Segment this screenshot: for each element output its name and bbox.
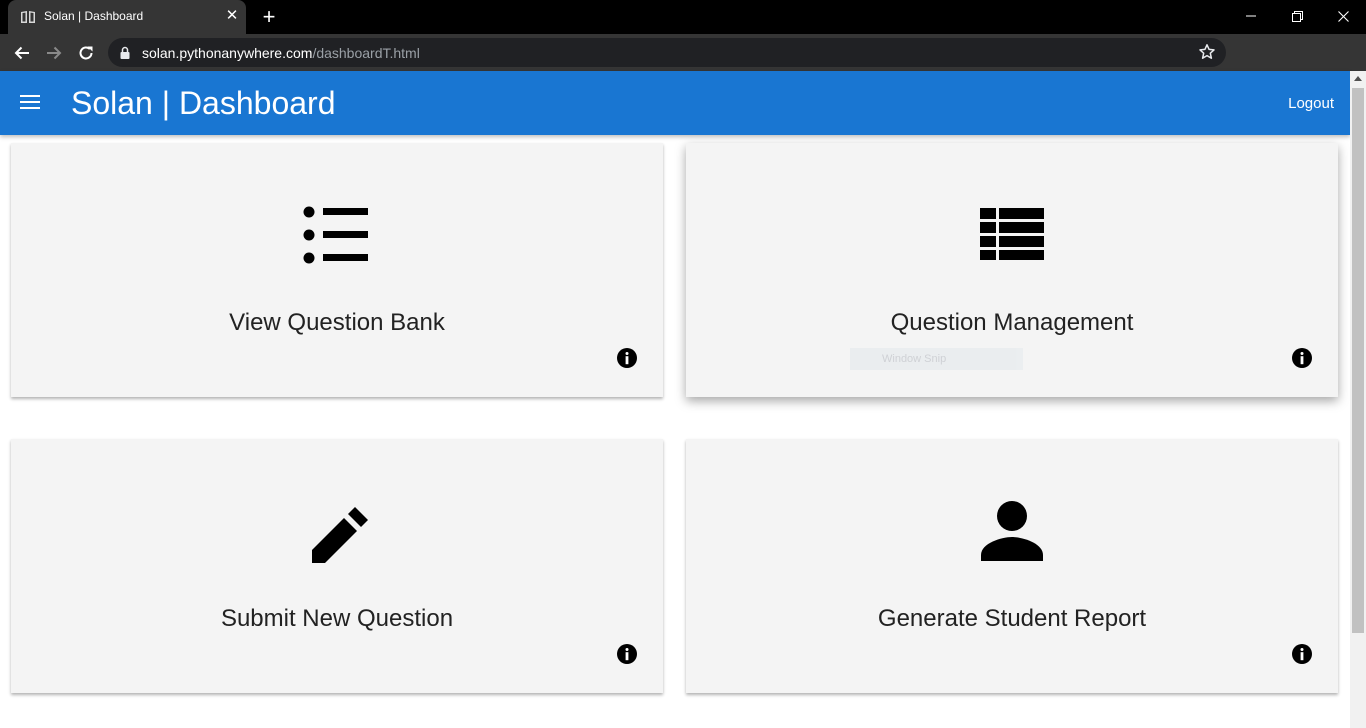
close-window-icon[interactable] bbox=[1320, 0, 1366, 32]
question-management-card[interactable]: Question Management Window Snip bbox=[686, 143, 1338, 397]
url-path: /dashboardT.html bbox=[312, 45, 420, 61]
new-tab-icon[interactable]: + bbox=[258, 6, 280, 28]
info-icon[interactable] bbox=[1291, 347, 1313, 369]
browser-tab[interactable]: Solan | Dashboard ✕ bbox=[8, 0, 246, 34]
view-question-bank-card[interactable]: View Question Bank bbox=[11, 143, 663, 397]
lock-icon[interactable] bbox=[120, 46, 130, 59]
card-label: Generate Student Report bbox=[877, 605, 1147, 632]
restore-window-icon[interactable] bbox=[1274, 0, 1320, 32]
info-icon[interactable] bbox=[1291, 643, 1313, 665]
address-bar[interactable]: solan.pythonanywhere.com/dashboardT.html bbox=[108, 38, 1226, 67]
scroll-up-arrow-icon[interactable] bbox=[1354, 76, 1362, 81]
card-label: Question Management bbox=[890, 309, 1134, 336]
scroll-thumb[interactable] bbox=[1352, 88, 1364, 633]
list-icon bbox=[303, 206, 368, 264]
hamburger-menu-icon[interactable] bbox=[20, 95, 40, 111]
info-icon[interactable] bbox=[616, 643, 638, 665]
info-icon[interactable] bbox=[616, 347, 638, 369]
card-label: View Question Bank bbox=[229, 309, 445, 336]
generate-student-report-card[interactable]: Generate Student Report bbox=[686, 439, 1338, 693]
app-header: Solan | Dashboard Logout bbox=[0, 71, 1350, 135]
tab-title: Solan | Dashboard bbox=[44, 9, 144, 23]
url-text[interactable]: solan.pythonanywhere.com/dashboardT.html bbox=[142, 45, 420, 61]
snip-label: Window Snip bbox=[882, 353, 947, 365]
back-arrow-icon[interactable] bbox=[8, 39, 36, 67]
minimize-window-icon[interactable] bbox=[1228, 0, 1274, 32]
close-tab-icon[interactable]: ✕ bbox=[224, 8, 240, 24]
url-host: solan.pythonanywhere.com bbox=[142, 45, 313, 61]
submit-new-question-card[interactable]: Submit New Question bbox=[11, 439, 663, 693]
card-label: Submit New Question bbox=[220, 605, 454, 632]
bookmark-star-icon[interactable] bbox=[1198, 43, 1216, 61]
book-icon bbox=[21, 11, 35, 23]
page-title: Solan | Dashboard bbox=[71, 85, 336, 121]
pencil-icon bbox=[312, 507, 368, 563]
logout-link[interactable]: Logout bbox=[1288, 95, 1334, 112]
browser-tabstrip: Solan | Dashboard ✕ + bbox=[0, 0, 1366, 34]
browser-toolbar: solan.pythonanywhere.com/dashboardT.html… bbox=[0, 34, 1366, 97]
table-list-icon bbox=[980, 208, 1044, 260]
window-snip-overlay: Window Snip bbox=[850, 348, 1023, 370]
person-icon bbox=[981, 501, 1043, 561]
forward-arrow-icon[interactable] bbox=[40, 39, 68, 67]
page-scrollbar[interactable] bbox=[1350, 71, 1366, 728]
reload-icon[interactable] bbox=[72, 39, 100, 67]
